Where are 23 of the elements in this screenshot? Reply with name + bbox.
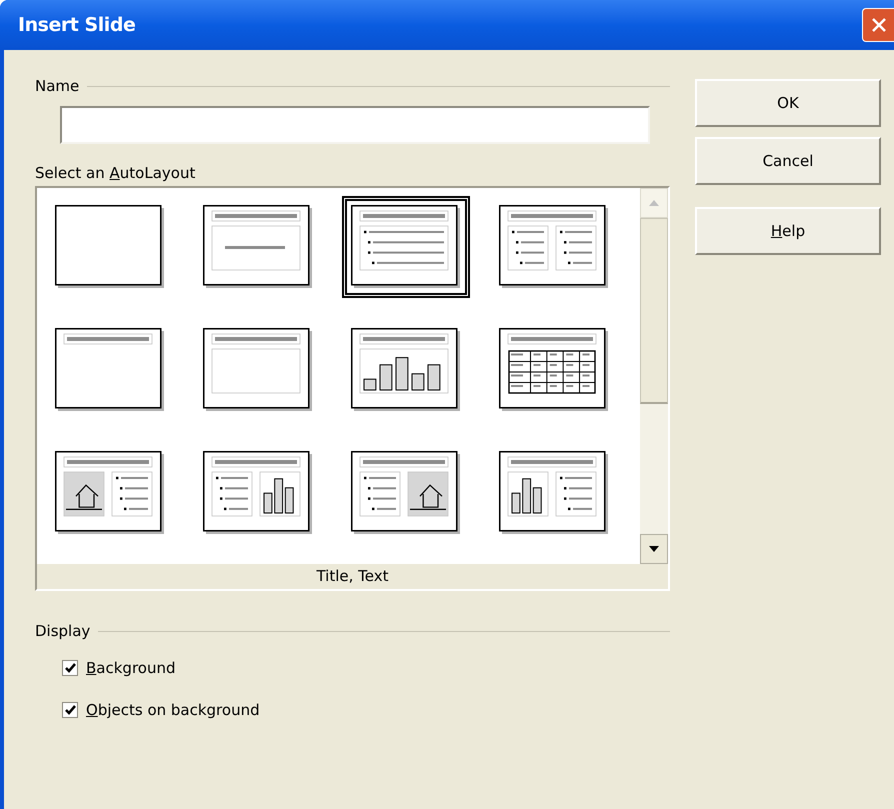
- display-heading: Display: [35, 620, 90, 642]
- window-title: Insert Slide: [18, 12, 136, 38]
- scroll-down-button[interactable]: [640, 534, 668, 564]
- scrollbar[interactable]: [640, 188, 668, 564]
- name-field[interactable]: [60, 106, 650, 144]
- display-option[interactable]: Objects on background: [62, 699, 670, 721]
- check-icon: [64, 705, 76, 715]
- layout-caption: Title, Text: [316, 566, 389, 588]
- down-arrow-icon: [649, 546, 659, 552]
- scroll-thumb[interactable]: [640, 218, 668, 404]
- layout-option[interactable]: [342, 196, 470, 298]
- checkbox[interactable]: [62, 702, 78, 718]
- close-icon: [870, 17, 886, 33]
- close-button[interactable]: [862, 8, 894, 42]
- autolayout-label: Select an AutoLayout: [35, 164, 196, 182]
- check-icon: [64, 663, 76, 673]
- up-arrow-icon: [649, 200, 659, 206]
- name-heading: Name: [35, 76, 80, 97]
- dialog-button[interactable]: Cancel: [695, 137, 881, 185]
- dialog-button[interactable]: OK: [695, 79, 881, 127]
- checkbox[interactable]: [62, 660, 78, 676]
- dialog-button[interactable]: Help: [695, 207, 881, 255]
- display-option[interactable]: Background: [62, 657, 670, 679]
